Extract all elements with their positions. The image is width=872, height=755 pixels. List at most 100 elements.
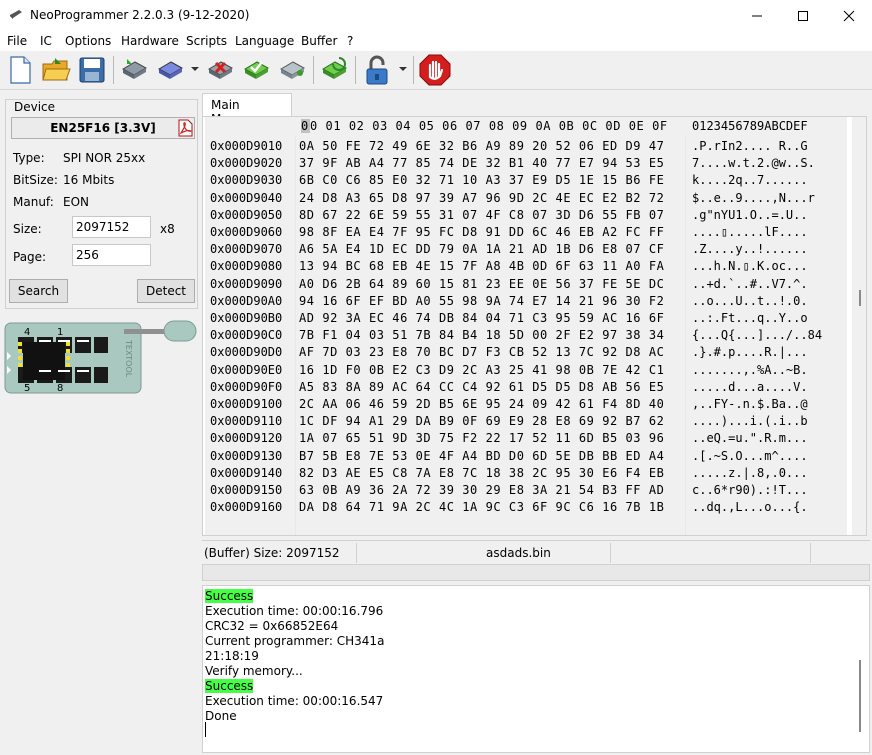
row-ascii[interactable]: ,..FY-.n.$.Ba..@ [692, 397, 808, 411]
row-ascii[interactable]: .......,.%A..~B. [692, 363, 808, 377]
lock-button[interactable] [361, 54, 393, 86]
row-ascii[interactable]: .[.~S.O...m^.... [692, 449, 808, 463]
blank-check-button[interactable] [276, 54, 308, 86]
row-bytes[interactable]: AD 92 3A EC 46 74 DB 84 04 71 C3 95 59 A… [299, 311, 664, 325]
row-ascii[interactable]: ..dq.,L...o...{. [692, 500, 808, 514]
menu-file[interactable]: File [7, 34, 27, 48]
erase-chip-icon [207, 61, 234, 79]
row-bytes[interactable]: 1A 07 65 51 9D 3D 75 F2 22 17 52 11 6D B… [299, 431, 664, 445]
log-vertical-scrollbar[interactable] [855, 586, 869, 752]
row-bytes[interactable]: 1C DF 94 A1 29 DA B9 0F 69 E9 28 E8 69 9… [299, 414, 664, 428]
log-line: 21:18:19 [205, 649, 259, 663]
menu-help[interactable]: ? [347, 34, 353, 48]
row-bytes[interactable]: B7 5B E8 7E 53 0E 4F A4 BD D0 6D 5E DB B… [299, 449, 664, 463]
stop-button[interactable] [419, 54, 451, 86]
minimize-icon [752, 15, 762, 16]
erase-chip-button[interactable] [204, 54, 236, 86]
chip-name-box[interactable]: EN25F16 [3.3V] [11, 117, 195, 139]
row-bytes[interactable]: 16 1D F0 0B E2 C3 D9 2C A3 25 41 98 0B 7… [299, 363, 664, 377]
menu-options[interactable]: Options [65, 34, 111, 48]
row-ascii[interactable]: {...Q{...].../..84 [692, 328, 822, 342]
row-ascii[interactable]: .P.rIn2.... R..G [692, 139, 808, 153]
open-folder-icon [42, 58, 71, 81]
row-ascii[interactable]: k....2q..7...... [692, 173, 808, 187]
row-ascii[interactable]: ..+d.`..#..V7.^. [692, 277, 808, 291]
row-ascii[interactable]: ....▯.....lF.... [692, 225, 808, 239]
row-ascii[interactable]: .g"nYU1.O..=.U.. [692, 208, 808, 222]
auto-program-button[interactable] [318, 54, 350, 86]
row-address: 0x000D9020 [210, 156, 283, 171]
write-options-dropdown[interactable] [191, 67, 199, 71]
row-ascii[interactable]: $..e..9....,N...r [692, 191, 815, 205]
menu-ic[interactable]: IC [40, 34, 52, 48]
row-bytes[interactable]: 6B C0 C6 85 E0 32 71 10 A3 37 E9 D5 1E 1… [299, 173, 664, 187]
row-bytes[interactable]: AF 7D 03 23 E8 70 BC D7 F3 CB 52 13 7C 9… [299, 345, 664, 359]
row-ascii[interactable]: ...h.N.▯.K.oc... [692, 259, 808, 273]
row-ascii[interactable]: .....d...a....V. [692, 380, 808, 394]
menu-buffer[interactable]: Buffer [301, 34, 337, 48]
write-chip-button[interactable] [154, 54, 186, 86]
row-bytes[interactable]: 13 94 BC 68 EB 4E 15 7F A8 4B 0D 6F 63 1… [299, 259, 664, 273]
row-bytes[interactable]: 8D 67 22 6E 59 55 31 07 4F C8 07 3D D6 5… [299, 208, 664, 222]
row-bytes[interactable]: A0 D6 2B 64 89 60 15 81 23 EE 0E 56 37 F… [299, 277, 664, 291]
row-bytes[interactable]: 63 0B A9 36 2A 72 39 30 29 E8 3A 21 54 B… [299, 483, 664, 497]
row-bytes[interactable]: 2C AA 06 46 59 2D B5 6E 95 24 09 42 61 F… [299, 397, 664, 411]
maximize-button[interactable] [780, 0, 826, 31]
row-bytes[interactable]: A6 5A E4 1D EC DD 79 0A 1A 21 AD 1B D6 E… [299, 242, 664, 256]
row-bytes[interactable]: 24 D8 A3 65 D8 97 39 A7 96 9D 2C 4E EC E… [299, 191, 664, 205]
log-scroll-thumb[interactable] [859, 660, 861, 732]
minimize-button[interactable] [734, 0, 780, 31]
hex-scroll-thumb[interactable] [859, 290, 861, 306]
status-divider [610, 543, 611, 563]
page-label: Page: [13, 250, 47, 264]
verify-chip-icon [243, 61, 270, 79]
toolbar-separator [355, 56, 356, 84]
row-bytes[interactable]: DA D8 64 71 9A 2C 4C 1A 9C C3 6F 9C C6 1… [299, 500, 664, 514]
row-bytes[interactable]: 37 9F AB A4 77 85 74 DE 32 B1 40 77 E7 9… [299, 156, 664, 170]
device-caption: Device [10, 100, 60, 114]
row-ascii[interactable]: ..eQ.=u.".R.m... [692, 431, 808, 445]
size-label: Size: [13, 222, 42, 236]
read-chip-button[interactable] [118, 54, 150, 86]
row-ascii[interactable]: .}.#.p....R.|... [692, 345, 808, 359]
tab-main-memory[interactable]: Main Memory [202, 93, 292, 126]
row-bytes[interactable]: 98 8F EA E4 7F 95 FC D8 91 DD 6C 46 EB A… [299, 225, 664, 239]
row-address: 0x000D9160 [210, 500, 283, 515]
detect-button[interactable]: Detect [137, 279, 195, 303]
page-field[interactable]: 256 [72, 244, 151, 266]
row-ascii[interactable]: 7....w.t.2.@w..S. [692, 156, 815, 170]
menu-hardware[interactable]: Hardware [121, 34, 179, 48]
open-file-button[interactable] [40, 54, 72, 86]
menu-scripts[interactable]: Scripts [186, 34, 227, 48]
row-address: 0x000D9080 [210, 259, 283, 274]
log-line: Done [205, 709, 237, 723]
hex-vertical-scrollbar[interactable] [852, 117, 866, 535]
menu-language[interactable]: Language [235, 34, 294, 48]
row-ascii[interactable]: ....)...i.(.i..b [692, 414, 808, 428]
new-file-button[interactable] [4, 54, 36, 86]
type-value: SPI NOR 25xx [63, 151, 146, 165]
row-bytes[interactable]: 82 D3 AE E5 C8 7A E8 7C 18 38 2C 95 30 E… [299, 466, 664, 480]
stop-icon [419, 54, 451, 86]
size-field[interactable]: 2097152 [72, 216, 151, 238]
row-bytes[interactable]: 0A 50 FE 72 49 6E 32 B6 A9 89 20 52 06 E… [299, 139, 664, 153]
pdf-datasheet-icon[interactable] [176, 119, 194, 137]
search-button[interactable]: Search [9, 279, 68, 303]
ascii-header: 0123456789ABCDEF [692, 119, 808, 133]
row-bytes[interactable]: 94 16 6F EF BD A0 55 98 9A 74 E7 14 21 9… [299, 294, 664, 308]
verify-chip-button[interactable] [240, 54, 272, 86]
row-ascii[interactable]: ..:.Ft...q..Y..o [692, 311, 808, 325]
row-bytes[interactable]: A5 83 8A 89 AC 64 CC C4 92 61 D5 D5 D8 A… [299, 380, 664, 394]
row-ascii[interactable]: ..o...U..t..!.0. [692, 294, 808, 308]
hex-grid[interactable]: 0 0 01 02 03 04 05 06 07 08 09 0A 0B 0C … [205, 117, 847, 535]
row-ascii[interactable]: .Z....y..!...... [692, 242, 808, 256]
row-ascii[interactable]: c..6*r90).:!T... [692, 483, 808, 497]
row-bytes[interactable]: 7B F1 04 03 51 7B 84 B4 18 5D 00 2F E2 9… [299, 328, 664, 342]
pin-label-5: 5 [24, 383, 30, 394]
log-text-caret [205, 722, 206, 737]
horizontal-scrollbar[interactable] [202, 564, 870, 581]
lock-options-dropdown[interactable] [399, 67, 407, 71]
save-button[interactable] [76, 54, 108, 86]
close-button[interactable] [826, 0, 872, 31]
row-ascii[interactable]: .....z.|.8,.0... [692, 466, 808, 480]
